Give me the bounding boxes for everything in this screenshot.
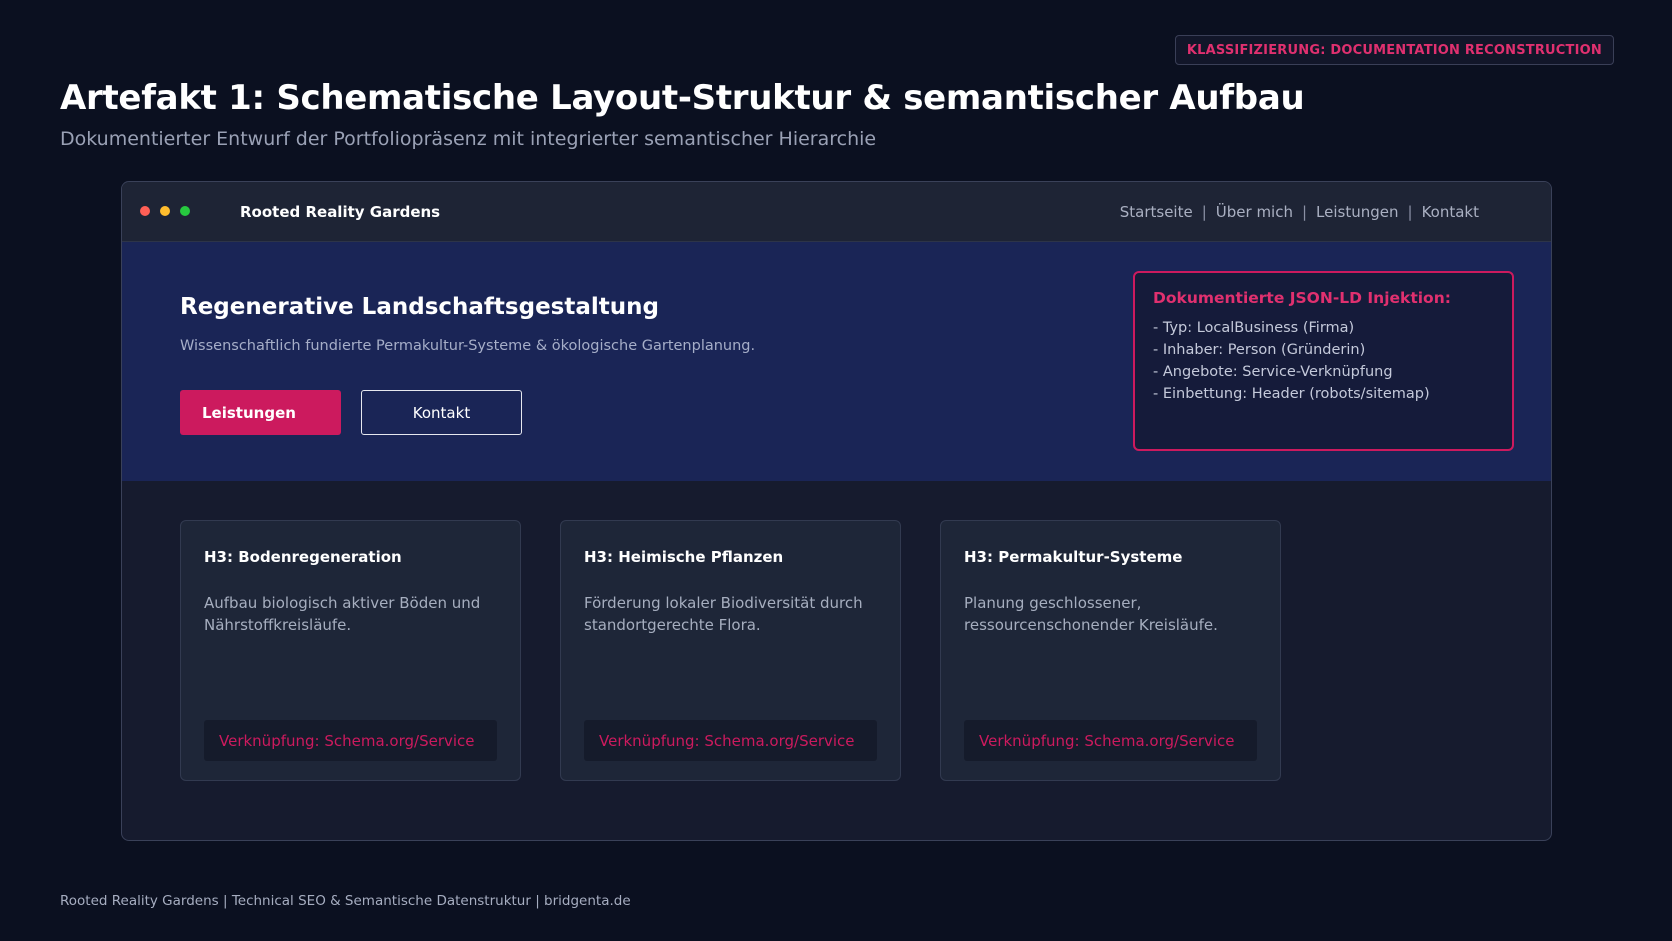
card-schema-link[interactable]: Verknüpfung: Schema.org/Service [964, 720, 1257, 761]
card-schema-link[interactable]: Verknüpfung: Schema.org/Service [204, 720, 497, 761]
jsonld-item: - Einbettung: Header (robots/sitemap) [1153, 386, 1430, 402]
site-brand[interactable]: Rooted Reality Gardens [240, 182, 440, 242]
hero-title: Regenerative Landschaftsgestaltung [180, 294, 659, 320]
jsonld-item: - Typ: LocalBusiness (Firma) [1153, 320, 1355, 336]
browser-topbar: Rooted Reality Gardens Startseite | Über… [122, 182, 1551, 242]
nav-item-startseite[interactable]: Startseite [1120, 203, 1193, 221]
browser-mockup: Rooted Reality Gardens Startseite | Über… [121, 181, 1552, 841]
leistungen-button[interactable]: Leistungen [180, 390, 341, 435]
card-schema-link[interactable]: Verknüpfung: Schema.org/Service [584, 720, 877, 761]
jsonld-annotation-box: Dokumentierte JSON-LD Injektion: - Typ: … [1133, 271, 1514, 451]
nav-separator: | [1407, 203, 1413, 221]
card-text: Aufbau biologisch aktiver Böden und Nähr… [204, 594, 481, 634]
nav-item-ueber-mich[interactable]: Über mich [1216, 203, 1293, 221]
window-maximize-dot[interactable] [180, 206, 190, 216]
card-title: H3: Permakultur-Systeme [964, 548, 1183, 566]
window-close-dot[interactable] [140, 206, 150, 216]
nav-separator: | [1201, 203, 1207, 221]
card-text: Förderung lokaler Biodiversität durch st… [584, 594, 863, 634]
nav-separator: | [1301, 203, 1308, 221]
hero-section: Regenerative Landschaftsgestaltung Wisse… [122, 242, 1551, 481]
classification-badge: KLASSIFIZIERUNG: DOCUMENTATION RECONSTRU… [1174, 35, 1614, 65]
main-nav: Startseite | Über mich | Leistungen | Ko… [1120, 182, 1479, 242]
service-cards: H3: Bodenregeneration Aufbau biologisch … [180, 520, 1281, 781]
nav-item-kontakt[interactable]: Kontakt [1422, 203, 1479, 221]
jsonld-title: Dokumentierte JSON-LD Injektion: [1153, 289, 1451, 307]
nav-item-leistungen[interactable]: Leistungen [1316, 203, 1398, 221]
page-title: Artefakt 1: Schematische Layout-Struktur… [60, 78, 1305, 118]
card-title: H3: Bodenregeneration [204, 548, 402, 566]
page-footer: Rooted Reality Gardens | Technical SEO &… [60, 893, 631, 909]
page-subtitle: Dokumentierter Entwurf der Portfoliopräs… [60, 128, 877, 150]
jsonld-item: - Angebote: Service-Verknüpfung [1153, 364, 1393, 380]
service-card-bodenregeneration: H3: Bodenregeneration Aufbau biologisch … [180, 520, 521, 781]
service-card-permakultur: H3: Permakultur-Systeme Planung geschlos… [940, 520, 1281, 781]
kontakt-button[interactable]: Kontakt [361, 390, 522, 435]
window-minimize-dot[interactable] [160, 206, 170, 216]
window-controls [140, 206, 190, 216]
service-card-heimische-pflanzen: H3: Heimische Pflanzen Förderung lokaler… [560, 520, 901, 781]
jsonld-item: - Inhaber: Person (Gründerin) [1153, 342, 1366, 358]
card-title: H3: Heimische Pflanzen [584, 548, 784, 566]
hero-text: Wissenschaftlich fundierte Permakultur-S… [180, 338, 756, 354]
card-text: Planung geschlossener, ressourcenschonen… [964, 594, 1218, 634]
jsonld-list: - Typ: LocalBusiness (Firma) - Inhaber: … [1153, 317, 1494, 405]
